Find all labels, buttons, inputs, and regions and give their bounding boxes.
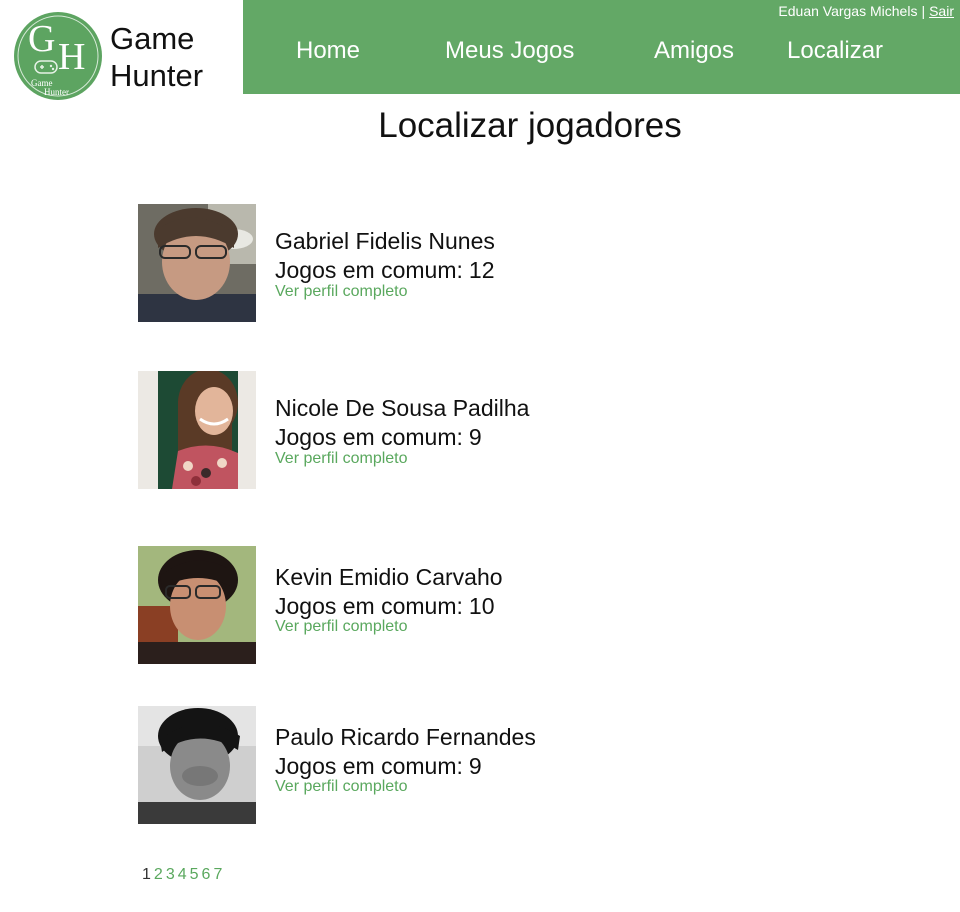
- view-profile-link[interactable]: Ver perfil completo: [275, 450, 408, 468]
- common-games: Jogos em comum: 12: [275, 257, 495, 284]
- view-profile-link[interactable]: Ver perfil completo: [275, 283, 408, 301]
- logo-monogram-g: G: [28, 18, 55, 60]
- common-games-count: 10: [468, 593, 495, 619]
- nav-amigos[interactable]: Amigos: [654, 37, 734, 65]
- page-link[interactable]: 7: [213, 866, 222, 883]
- page-link[interactable]: 6: [202, 866, 211, 883]
- logout-link[interactable]: Sair: [929, 3, 954, 19]
- common-games-label: Jogos em comum:: [275, 424, 463, 450]
- player-avatar[interactable]: [138, 546, 256, 664]
- logo-badge-text-hunter: Hunter: [44, 87, 69, 97]
- game-hunter-logo: G H Game Hunter: [12, 10, 104, 102]
- page-link[interactable]: 3: [166, 866, 175, 883]
- page-link[interactable]: 4: [178, 866, 187, 883]
- pagination: 1234567: [142, 866, 225, 884]
- player-avatar[interactable]: [138, 706, 256, 824]
- logo-monogram-h: H: [58, 36, 85, 78]
- brand-name-line1: Game: [110, 21, 195, 56]
- common-games-count: 9: [468, 753, 482, 779]
- nav-meus-jogos[interactable]: Meus Jogos: [445, 37, 574, 65]
- view-profile-link[interactable]: Ver perfil completo: [275, 618, 408, 636]
- common-games: Jogos em comum: 9: [275, 424, 482, 451]
- view-profile-link[interactable]: Ver perfil completo: [275, 778, 408, 796]
- player-name: Gabriel Fidelis Nunes: [275, 228, 495, 254]
- page-link[interactable]: 2: [154, 866, 163, 883]
- page-current: 1: [142, 866, 151, 883]
- common-games: Jogos em comum: 10: [275, 593, 495, 620]
- logo-area[interactable]: G H Game Hunter Game Hunter: [0, 0, 243, 102]
- user-bar-separator: |: [921, 3, 926, 19]
- common-games-count: 9: [468, 424, 482, 450]
- common-games-label: Jogos em comum:: [275, 753, 463, 779]
- player-card: Paulo Ricardo Fernandes Jogos em comum: 9…: [138, 706, 738, 824]
- username: Eduan Vargas Michels: [778, 3, 918, 19]
- brand-name: Game Hunter: [110, 20, 203, 94]
- common-games: Jogos em comum: 9: [275, 753, 482, 780]
- player-avatar[interactable]: [138, 371, 256, 489]
- page-link[interactable]: 5: [190, 866, 199, 883]
- common-games-count: 12: [468, 257, 495, 283]
- brand-name-line2: Hunter: [110, 58, 204, 93]
- nav-home[interactable]: Home: [296, 37, 360, 65]
- player-name: Nicole De Sousa Padilha: [275, 395, 530, 421]
- player-card: Nicole De Sousa Padilha Jogos em comum: 9…: [138, 371, 738, 489]
- user-bar: Eduan Vargas Michels | Sair: [778, 3, 954, 19]
- player-card: Kevin Emidio Carvaho Jogos em comum: 10 V…: [138, 546, 738, 664]
- player-name: Paulo Ricardo Fernandes: [275, 724, 536, 750]
- page-title: Localizar jogadores: [378, 106, 682, 145]
- top-navigation-bar: Eduan Vargas Michels | Sair Home Meus Jogo…: [243, 0, 960, 94]
- common-games-label: Jogos em comum:: [275, 593, 463, 619]
- player-name: Kevin Emidio Carvaho: [275, 564, 503, 590]
- player-avatar[interactable]: [138, 204, 256, 322]
- common-games-label: Jogos em comum:: [275, 257, 463, 283]
- player-card: Gabriel Fidelis Nunes Jogos em comum: 12 …: [138, 204, 738, 322]
- nav-localizar[interactable]: Localizar: [787, 37, 883, 65]
